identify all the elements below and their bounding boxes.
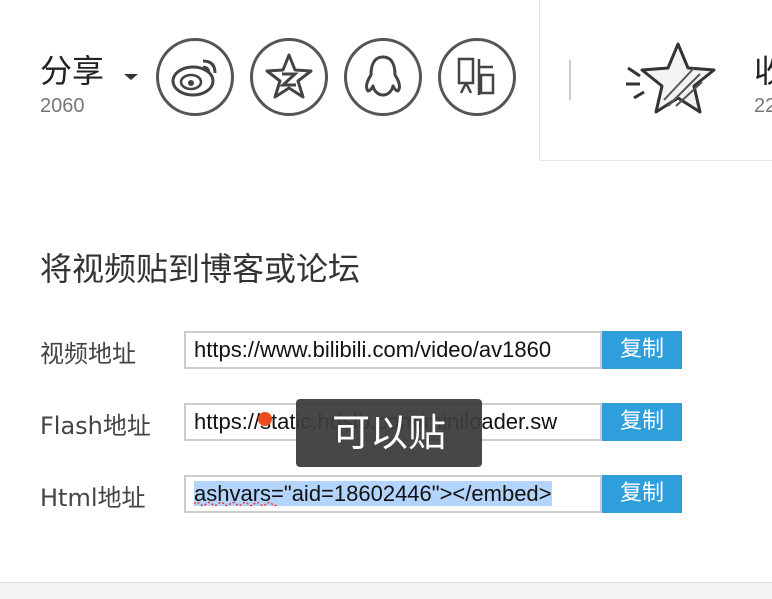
video-url-label: 视频地址 (40, 340, 136, 368)
copy-tooltip: 可以贴 (296, 399, 482, 467)
weibo-icon (171, 59, 217, 97)
embed-title: 将视频贴到博客或论坛 (40, 250, 361, 288)
qzone-star-icon (265, 53, 313, 99)
panel-bottom-border (0, 582, 772, 599)
tieba-icon (457, 57, 495, 95)
spellcheck-underline (194, 501, 278, 507)
qzone-share-button[interactable] (250, 38, 328, 116)
html-code-label: Html地址 (40, 484, 146, 512)
favorite-count: 22 (754, 95, 772, 117)
copy-video-url-button[interactable]: 复制 (602, 331, 682, 369)
favorite-label[interactable]: 收 (754, 46, 772, 92)
html-code-input[interactable]: ashvars="aid=18602446"></embed> (184, 475, 602, 513)
weibo-share-button[interactable] (156, 38, 234, 116)
copy-flash-url-button[interactable]: 复制 (602, 403, 682, 441)
share-count: 2060 (40, 95, 85, 117)
video-url-input[interactable]: https://www.bilibili.com/video/av1860 (184, 331, 602, 369)
divider (569, 60, 571, 100)
share-label[interactable]: 分享 (40, 46, 104, 92)
qq-share-button[interactable] (344, 38, 422, 116)
qq-penguin-icon (365, 55, 401, 97)
copy-html-code-button[interactable]: 复制 (602, 475, 682, 513)
flash-url-label: Flash地址 (40, 412, 151, 440)
cursor-indicator (258, 412, 272, 426)
tieba-share-button[interactable] (438, 38, 516, 116)
chevron-down-icon[interactable] (124, 74, 138, 80)
favorite-star-icon[interactable] (620, 38, 730, 128)
